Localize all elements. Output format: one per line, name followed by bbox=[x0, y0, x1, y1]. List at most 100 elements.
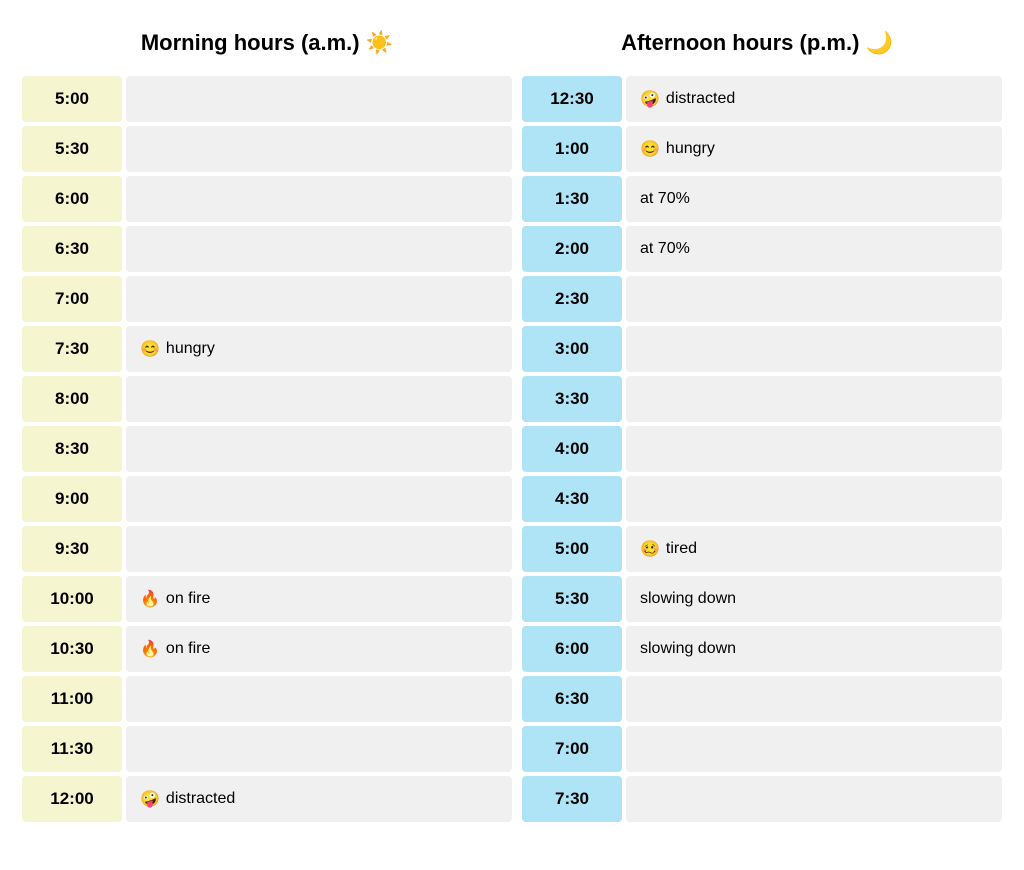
afternoon-time-cell: 12:30 bbox=[522, 76, 622, 122]
note-text: tired bbox=[666, 540, 697, 558]
emoji-icon: 🤪 bbox=[640, 89, 660, 109]
morning-time-cell: 5:00 bbox=[22, 76, 122, 122]
morning-row: 5:00 bbox=[22, 76, 512, 122]
morning-note-cell bbox=[126, 76, 512, 122]
morning-time-cell: 10:30 bbox=[22, 626, 122, 672]
afternoon-time-cell: 6:00 bbox=[522, 626, 622, 672]
afternoon-row: 6:00 slowing down bbox=[522, 626, 1002, 672]
morning-time-cell: 6:00 bbox=[22, 176, 122, 222]
afternoon-column: 12:30🤪distracted1:00😊hungry1:30at 70%2:0… bbox=[512, 76, 1002, 822]
afternoon-time-cell: 2:00 bbox=[522, 226, 622, 272]
note-text: at 70% bbox=[640, 190, 690, 208]
afternoon-row: 4:30 bbox=[522, 476, 1002, 522]
note-text: distracted bbox=[666, 90, 735, 108]
afternoon-note-cell: slowing down bbox=[626, 626, 1002, 672]
morning-row: 6:00 bbox=[22, 176, 512, 222]
afternoon-note-cell bbox=[626, 426, 1002, 472]
afternoon-time-cell: 5:30 bbox=[522, 576, 622, 622]
note-text: at 70% bbox=[640, 240, 690, 258]
morning-row: 9:30 bbox=[22, 526, 512, 572]
afternoon-note-cell: slowing down bbox=[626, 576, 1002, 622]
afternoon-time-cell: 1:30 bbox=[522, 176, 622, 222]
note-text: hungry bbox=[166, 340, 215, 358]
morning-note-cell bbox=[126, 526, 512, 572]
morning-time-cell: 11:30 bbox=[22, 726, 122, 772]
emoji-icon: 🤪 bbox=[140, 789, 160, 809]
afternoon-row: 1:00😊hungry bbox=[522, 126, 1002, 172]
morning-time-cell: 11:00 bbox=[22, 676, 122, 722]
morning-header: Morning hours (a.m.) ☀️ bbox=[22, 20, 512, 66]
afternoon-row: 3:00 bbox=[522, 326, 1002, 372]
afternoon-note-cell bbox=[626, 776, 1002, 822]
morning-note-cell bbox=[126, 126, 512, 172]
afternoon-row: 5:30 slowing down bbox=[522, 576, 1002, 622]
afternoon-row: 6:30 bbox=[522, 676, 1002, 722]
note-text: slowing down bbox=[640, 640, 736, 658]
morning-time-cell: 9:00 bbox=[22, 476, 122, 522]
afternoon-row: 5:00 🥴 tired bbox=[522, 526, 1002, 572]
afternoon-time-cell: 3:30 bbox=[522, 376, 622, 422]
afternoon-row: 7:30 bbox=[522, 776, 1002, 822]
afternoon-note-cell bbox=[626, 326, 1002, 372]
afternoon-time-cell: 5:00 bbox=[522, 526, 622, 572]
morning-time-cell: 6:30 bbox=[22, 226, 122, 272]
morning-row: 10:30 🔥 on fire bbox=[22, 626, 512, 672]
morning-time-cell: 7:00 bbox=[22, 276, 122, 322]
emoji-icon: 🥴 bbox=[640, 539, 660, 559]
afternoon-note-cell: at 70% bbox=[626, 226, 1002, 272]
morning-note-cell: 🔥 on fire bbox=[126, 576, 512, 622]
morning-note-cell bbox=[126, 676, 512, 722]
morning-time-cell: 8:00 bbox=[22, 376, 122, 422]
morning-note-cell bbox=[126, 276, 512, 322]
morning-note-cell bbox=[126, 376, 512, 422]
note-text: slowing down bbox=[640, 590, 736, 608]
afternoon-note-cell: at 70% bbox=[626, 176, 1002, 222]
afternoon-note-cell: 🥴 tired bbox=[626, 526, 1002, 572]
afternoon-time-cell: 7:30 bbox=[522, 776, 622, 822]
morning-time-cell: 5:30 bbox=[22, 126, 122, 172]
morning-time-cell: 7:30 bbox=[22, 326, 122, 372]
morning-note-cell: 🤪 distracted bbox=[126, 776, 512, 822]
morning-row: 9:00 bbox=[22, 476, 512, 522]
afternoon-time-cell: 2:30 bbox=[522, 276, 622, 322]
afternoon-time-cell: 4:00 bbox=[522, 426, 622, 472]
morning-time-cell: 9:30 bbox=[22, 526, 122, 572]
afternoon-row: 2:30 bbox=[522, 276, 1002, 322]
morning-row: 11:00 bbox=[22, 676, 512, 722]
afternoon-row: 3:30 bbox=[522, 376, 1002, 422]
morning-column: 5:005:306:006:307:007:30😊hungry8:008:309… bbox=[22, 76, 512, 822]
afternoon-note-cell bbox=[626, 726, 1002, 772]
morning-row: 5:30 bbox=[22, 126, 512, 172]
column-headers: Morning hours (a.m.) ☀️ Afternoon hours … bbox=[22, 20, 1002, 66]
main-container: Morning hours (a.m.) ☀️ Afternoon hours … bbox=[22, 20, 1002, 822]
afternoon-row: 12:30 🤪 distracted bbox=[522, 76, 1002, 122]
morning-row: 11:30 bbox=[22, 726, 512, 772]
afternoon-row: 2:00 at 70% bbox=[522, 226, 1002, 272]
morning-note-cell bbox=[126, 476, 512, 522]
afternoon-row: 4:00 bbox=[522, 426, 1002, 472]
note-text: on fire bbox=[166, 590, 210, 608]
afternoon-time-cell: 1:00 bbox=[522, 126, 622, 172]
morning-note-cell: 🔥 on fire bbox=[126, 626, 512, 672]
afternoon-header: Afternoon hours (p.m.) 🌙 bbox=[512, 20, 1002, 66]
afternoon-note-cell: 🤪 distracted bbox=[626, 76, 1002, 122]
morning-note-cell bbox=[126, 176, 512, 222]
note-text: hungry bbox=[666, 140, 715, 158]
emoji-icon: 🔥 bbox=[140, 589, 160, 609]
morning-time-cell: 8:30 bbox=[22, 426, 122, 472]
morning-time-cell: 10:00 bbox=[22, 576, 122, 622]
note-text: on fire bbox=[166, 640, 210, 658]
afternoon-note-cell bbox=[626, 276, 1002, 322]
afternoon-time-cell: 4:30 bbox=[522, 476, 622, 522]
schedule-grid: 5:005:306:006:307:007:30😊hungry8:008:309… bbox=[22, 76, 1002, 822]
afternoon-row: 1:30 at 70% bbox=[522, 176, 1002, 222]
morning-row: 12:00 🤪 distracted bbox=[22, 776, 512, 822]
morning-time-cell: 12:00 bbox=[22, 776, 122, 822]
morning-note-cell bbox=[126, 226, 512, 272]
morning-row: 8:00 bbox=[22, 376, 512, 422]
emoji-icon: 🔥 bbox=[140, 639, 160, 659]
morning-row: 7:30😊hungry bbox=[22, 326, 512, 372]
morning-note-cell: 😊hungry bbox=[126, 326, 512, 372]
afternoon-time-cell: 3:00 bbox=[522, 326, 622, 372]
note-text: distracted bbox=[166, 790, 235, 808]
